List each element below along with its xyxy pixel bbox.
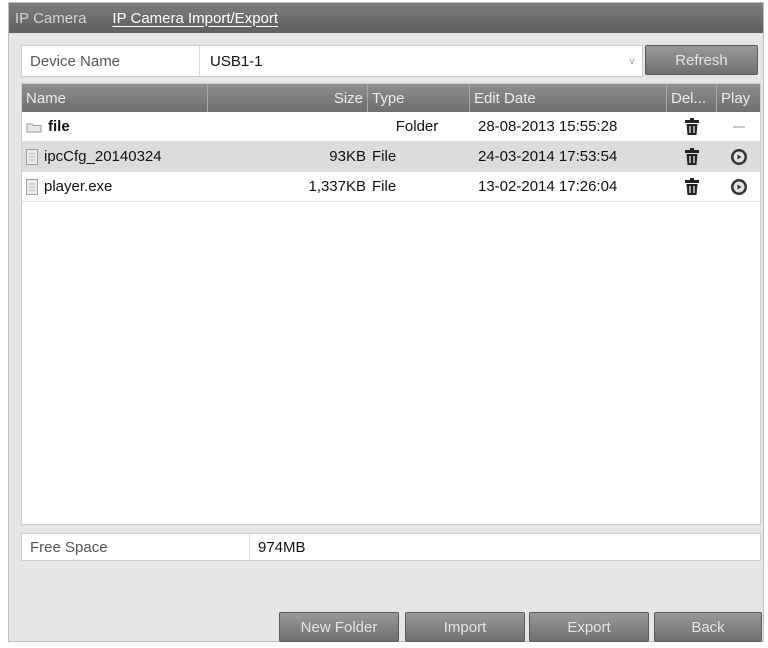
chevron-down-icon[interactable]: ∨ xyxy=(622,56,642,67)
folder-icon xyxy=(26,121,42,133)
import-button[interactable]: Import xyxy=(405,612,525,642)
file-size: 93KB xyxy=(329,148,366,165)
free-space-row: Free Space 974MB xyxy=(21,533,761,561)
device-name-select[interactable]: USB1-1 xyxy=(200,53,622,70)
table-header: Name Size Type Edit Date Del... Play xyxy=(22,84,760,112)
file-name: file xyxy=(48,118,70,135)
file-table: Name Size Type Edit Date Del... Play fil… xyxy=(21,83,761,525)
play-disabled-icon xyxy=(732,125,746,129)
table-row[interactable]: ipcCfg_20140324 93KB File 24-03-2014 17:… xyxy=(22,142,760,172)
free-space-label: Free Space xyxy=(22,534,250,560)
free-space-value: 974MB xyxy=(258,538,306,556)
col-delete-header[interactable]: Del... xyxy=(667,84,717,112)
col-type-header[interactable]: Type xyxy=(368,84,470,112)
table-row[interactable]: file Folder 28-08-2013 15:55:28 xyxy=(22,112,760,142)
col-date-header[interactable]: Edit Date xyxy=(470,84,667,112)
back-button[interactable]: Back xyxy=(654,612,762,642)
device-name-row: Device Name USB1-1 ∨ xyxy=(21,45,643,77)
tab-ip-camera[interactable]: IP Camera xyxy=(9,10,100,27)
file-name: ipcCfg_20140324 xyxy=(44,148,162,165)
file-date: 13-02-2014 17:26:04 xyxy=(478,178,618,195)
col-size-header[interactable]: Size xyxy=(208,84,368,112)
tab-bar: IP Camera IP Camera Import/Export xyxy=(9,3,763,33)
tab-ip-camera-import-export[interactable]: IP Camera Import/Export xyxy=(100,10,292,27)
trash-icon[interactable] xyxy=(684,117,700,136)
file-type: File xyxy=(372,178,397,195)
file-type: File xyxy=(372,148,397,165)
refresh-button[interactable]: Refresh xyxy=(645,45,758,75)
file-date: 28-08-2013 15:55:28 xyxy=(478,118,618,135)
file-size: 1,337KB xyxy=(308,178,366,195)
table-row[interactable]: player.exe 1,337KB File 13-02-2014 17:26… xyxy=(22,172,760,202)
trash-icon[interactable] xyxy=(684,177,700,196)
col-name-header[interactable]: Name xyxy=(22,84,208,112)
import-export-window: IP Camera IP Camera Import/Export Device… xyxy=(8,2,764,642)
file-size xyxy=(208,112,368,141)
export-button[interactable]: Export xyxy=(529,612,649,642)
file-name: player.exe xyxy=(44,178,113,195)
play-icon[interactable] xyxy=(730,178,748,196)
col-play-header[interactable]: Play xyxy=(717,84,760,112)
file-icon xyxy=(26,148,38,165)
trash-icon[interactable] xyxy=(684,147,700,166)
file-icon xyxy=(26,178,38,195)
play-icon[interactable] xyxy=(730,148,748,166)
new-folder-button[interactable]: New Folder xyxy=(279,612,399,642)
file-type: Folder xyxy=(395,118,439,135)
file-date: 24-03-2014 17:53:54 xyxy=(478,148,618,165)
device-name-label: Device Name xyxy=(22,46,200,76)
